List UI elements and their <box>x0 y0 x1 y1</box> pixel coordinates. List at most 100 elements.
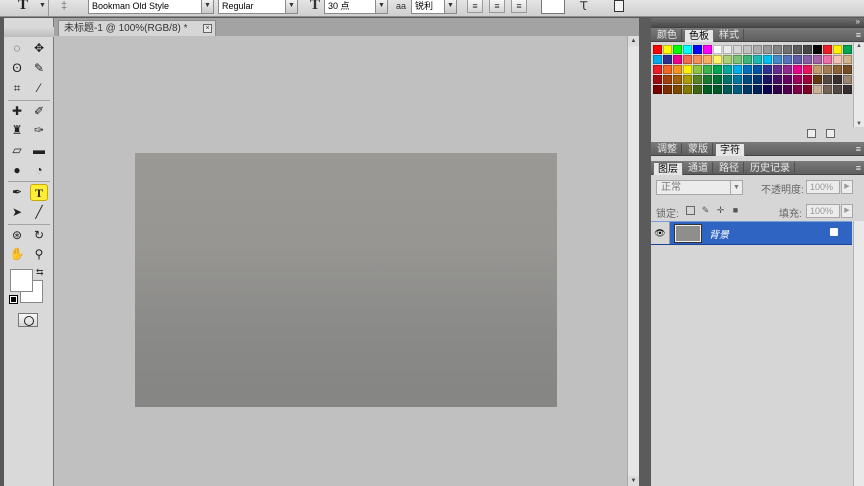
color-swatch[interactable] <box>753 45 762 54</box>
tab-adjustments[interactable]: 调整 <box>653 143 682 156</box>
chevron-right-icon[interactable]: ▶ <box>841 180 853 194</box>
color-swatch[interactable] <box>693 45 702 54</box>
color-swatch[interactable] <box>733 55 742 64</box>
color-swatch[interactable] <box>763 55 772 64</box>
trash-icon[interactable] <box>826 129 835 138</box>
color-swatch[interactable] <box>843 65 852 74</box>
history-brush-tool-icon[interactable]: ✑ <box>30 122 48 139</box>
panel-menu-icon[interactable]: ≡ <box>856 29 861 41</box>
color-swatch[interactable] <box>793 85 802 94</box>
color-swatch[interactable] <box>723 45 732 54</box>
color-swatch[interactable] <box>813 65 822 74</box>
move-tool-icon[interactable]: ✥ <box>30 40 48 57</box>
scroll-down-icon[interactable]: ▼ <box>628 476 639 486</box>
3d-rotate-tool-icon[interactable]: ⊛ <box>8 227 26 244</box>
font-family-dropdown[interactable]: Bookman Old Style ▼ <box>88 0 214 14</box>
color-swatch[interactable] <box>743 85 752 94</box>
tab-character[interactable]: 字符 <box>715 143 745 156</box>
color-swatch[interactable] <box>793 45 802 54</box>
color-swatch[interactable] <box>783 55 792 64</box>
marquee-tool-icon[interactable]: ◌ <box>8 40 26 57</box>
eyedropper-tool-icon[interactable]: ⁄ <box>30 80 48 97</box>
color-swatch[interactable] <box>803 65 812 74</box>
antialias-dropdown[interactable]: 锐利 ▼ <box>411 0 457 14</box>
layer-row[interactable]: 👁 背景 <box>651 221 852 245</box>
color-swatch[interactable] <box>733 75 742 84</box>
color-swatch[interactable] <box>733 45 742 54</box>
tool-preset-picker[interactable]: T ▼ <box>6 0 46 14</box>
color-swatch[interactable] <box>783 65 792 74</box>
foreground-color-swatch[interactable] <box>10 269 33 292</box>
color-swatch[interactable] <box>673 65 682 74</box>
color-swatch[interactable] <box>683 65 692 74</box>
text-orientation-toggle[interactable]: ‡ <box>60 0 76 14</box>
color-swatch[interactable] <box>713 75 722 84</box>
color-swatch[interactable] <box>753 85 762 94</box>
color-swatch[interactable] <box>763 85 772 94</box>
path-selection-tool-icon[interactable]: ➤ <box>8 204 26 221</box>
tab-swatches[interactable]: 色板 <box>684 29 714 42</box>
blend-mode-dropdown[interactable]: 正常 ▼ <box>656 180 743 195</box>
lock-pixels-icon[interactable]: ✎ <box>701 206 710 215</box>
color-swatch[interactable] <box>823 75 832 84</box>
dodge-tool-icon[interactable]: ◔ <box>30 162 48 179</box>
color-swatch[interactable] <box>733 85 742 94</box>
scroll-up-icon[interactable]: ▲ <box>854 43 864 49</box>
color-swatch[interactable] <box>833 85 842 94</box>
eraser-tool-icon[interactable]: ▱ <box>8 142 26 159</box>
color-swatch[interactable] <box>723 85 732 94</box>
color-swatch[interactable] <box>813 55 822 64</box>
clone-stamp-tool-icon[interactable]: ♜ <box>8 122 26 139</box>
color-swatch[interactable] <box>713 85 722 94</box>
color-swatch[interactable] <box>683 55 692 64</box>
layers-scrollbar[interactable] <box>853 221 864 486</box>
color-swatch[interactable] <box>693 75 702 84</box>
tab-styles[interactable]: 样式 <box>715 29 744 42</box>
quick-selection-tool-icon[interactable]: ✎ <box>30 60 48 77</box>
color-swatch[interactable] <box>703 45 712 54</box>
color-swatch[interactable] <box>793 75 802 84</box>
document-canvas[interactable] <box>135 153 557 407</box>
color-swatch[interactable] <box>683 85 692 94</box>
lock-position-icon[interactable]: ✛ <box>716 206 725 215</box>
color-swatch[interactable] <box>753 75 762 84</box>
type-tool-icon[interactable]: T <box>30 184 48 201</box>
align-center-button[interactable]: ≡ <box>489 0 505 13</box>
panel-divider[interactable] <box>639 18 651 486</box>
tools-grip[interactable] <box>4 27 54 37</box>
tab-channels[interactable]: 通道 <box>684 162 713 175</box>
color-swatch[interactable] <box>763 65 772 74</box>
color-swatch[interactable] <box>743 55 752 64</box>
color-swatch[interactable] <box>793 65 802 74</box>
color-swatch[interactable] <box>753 55 762 64</box>
color-swatch[interactable] <box>783 75 792 84</box>
color-swatch[interactable] <box>703 55 712 64</box>
color-swatch[interactable] <box>803 75 812 84</box>
color-swatch[interactable] <box>743 45 752 54</box>
color-swatch[interactable] <box>783 85 792 94</box>
color-swatch[interactable] <box>743 75 752 84</box>
color-swatch[interactable] <box>653 55 662 64</box>
color-swatch[interactable] <box>833 65 842 74</box>
color-swatch[interactable] <box>823 65 832 74</box>
3d-orbit-tool-icon[interactable]: ↻ <box>30 227 48 244</box>
color-swatch[interactable] <box>743 65 752 74</box>
color-swatch[interactable] <box>723 55 732 64</box>
color-swatch[interactable] <box>833 75 842 84</box>
zoom-tool-icon[interactable]: ⚲ <box>30 246 48 263</box>
color-swatch[interactable] <box>843 85 852 94</box>
color-swatch[interactable] <box>693 85 702 94</box>
color-swatch[interactable] <box>723 75 732 84</box>
close-icon[interactable]: × <box>203 24 212 33</box>
color-swatch[interactable] <box>683 75 692 84</box>
blur-tool-icon[interactable]: ● <box>8 162 26 179</box>
color-swatch[interactable] <box>673 45 682 54</box>
color-swatch[interactable] <box>773 45 782 54</box>
color-swatch[interactable] <box>663 55 672 64</box>
default-colors-icon[interactable] <box>9 295 18 304</box>
color-swatch[interactable] <box>843 75 852 84</box>
color-swatch[interactable] <box>823 55 832 64</box>
color-swatch[interactable] <box>773 85 782 94</box>
color-swatch[interactable] <box>823 45 832 54</box>
warp-text-button[interactable]: Ꚍ <box>578 0 594 14</box>
